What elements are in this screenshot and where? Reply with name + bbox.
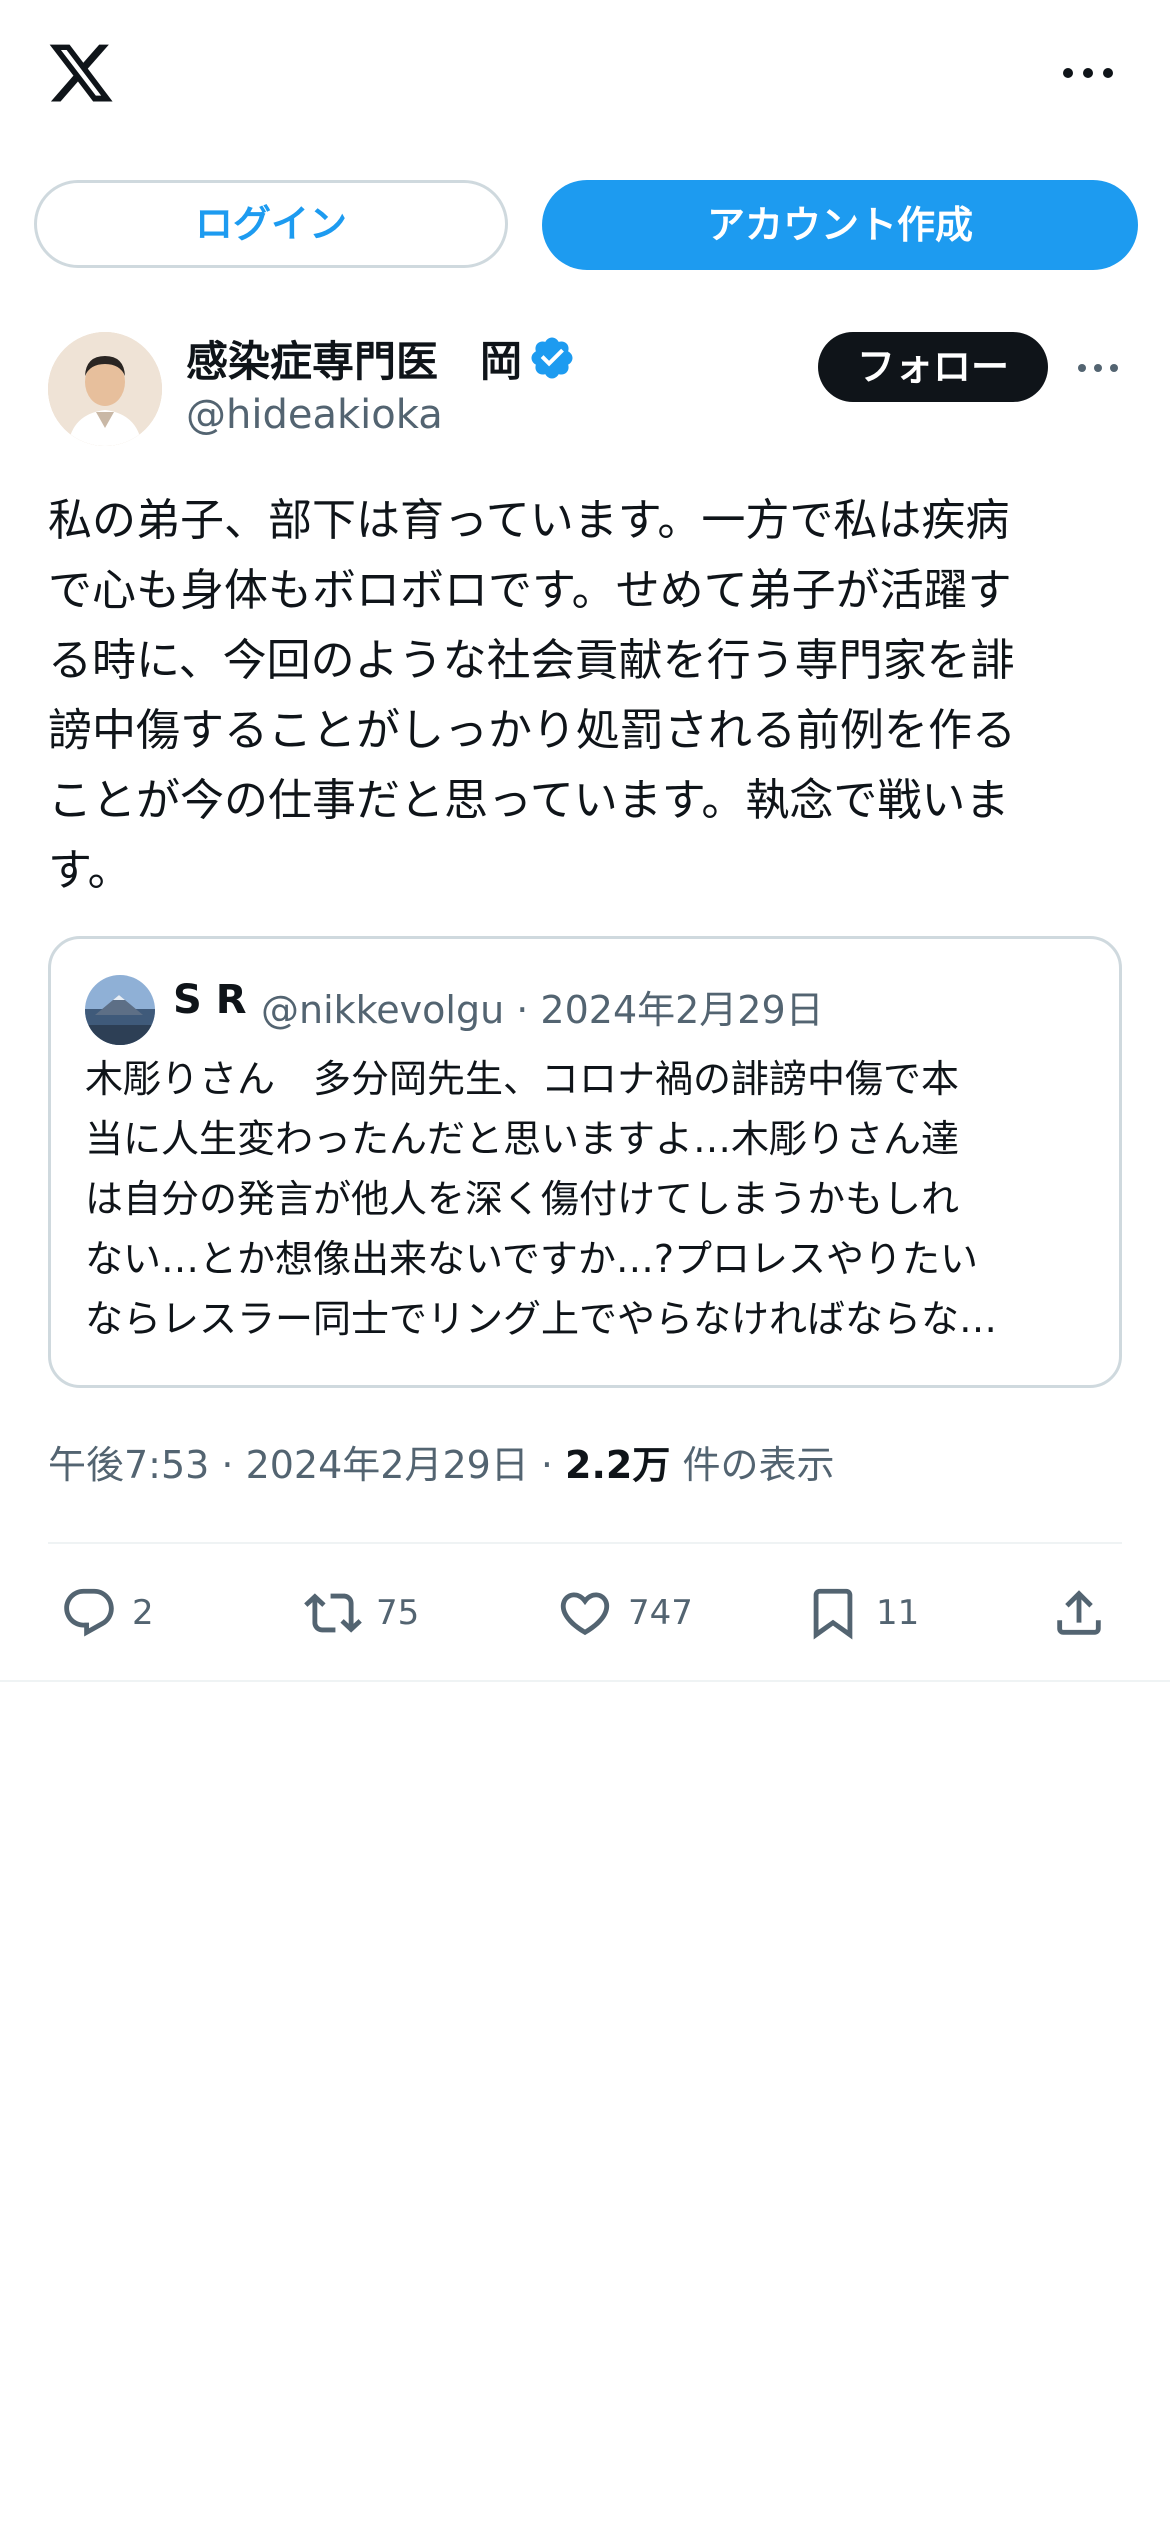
verified-badge-icon: [531, 337, 573, 379]
author-handle[interactable]: @hideakioka: [186, 392, 443, 438]
view-count: 2.2万: [565, 1443, 671, 1487]
tweet-page: ログイン アカウント作成 感染症専門医 岡 @hideakioka フォロー 私…: [0, 0, 1170, 2532]
quote-text: 木彫りさん 多分岡先生、コロナ禍の誹謗中傷で本 当に人生変わったんだと思いますよ…: [85, 1057, 998, 1341]
divider: [48, 1542, 1122, 1544]
x-logo-icon[interactable]: [46, 38, 116, 108]
share-icon: [1057, 1590, 1101, 1635]
like-count: 747: [628, 1593, 693, 1633]
login-button[interactable]: ログイン: [34, 180, 508, 268]
quote-author-name: S R: [173, 977, 247, 1023]
top-bar: [0, 0, 1170, 150]
like-button[interactable]: 747: [556, 1578, 693, 1648]
bookmark-button[interactable]: 11: [804, 1578, 919, 1648]
bookmark-count: 11: [876, 1593, 920, 1633]
retweet-icon: [304, 1593, 362, 1633]
tweet-more-icon[interactable]: [1076, 356, 1120, 380]
more-horizontal-icon[interactable]: [1060, 58, 1116, 88]
quote-author-avatar: [85, 975, 155, 1045]
heart-icon: [560, 1592, 610, 1636]
quote-tweet-card[interactable]: S R @nikkevolgu · 2024年2月29日 木彫りさん 多分岡先生…: [48, 936, 1122, 1388]
quote-author-meta: @nikkevolgu · 2024年2月29日: [261, 988, 824, 1032]
divider: [0, 1680, 1170, 1682]
tweet-meta: 午後7:53 · 2024年2月29日 · 2.2万 件の表示: [48, 1434, 834, 1489]
tweet-text: 私の弟子、部下は育っています。一方で私は疾病 で心も身体もボロボロです。せめて弟…: [48, 495, 1016, 896]
bookmark-icon: [813, 1588, 853, 1640]
retweet-count: 75: [376, 1593, 420, 1633]
views-label: 件の表示: [670, 1443, 835, 1487]
reply-button[interactable]: 2: [60, 1578, 154, 1648]
author-avatar[interactable]: [48, 332, 162, 446]
create-account-button[interactable]: アカウント作成: [542, 180, 1138, 270]
reply-count: 2: [132, 1593, 154, 1633]
avatar-image: [48, 332, 162, 446]
share-button[interactable]: [1050, 1578, 1108, 1648]
reply-icon: [64, 1588, 114, 1637]
quote-avatar-image: [85, 975, 155, 1045]
tweet-timestamp[interactable]: 午後7:53 · 2024年2月29日 ·: [48, 1443, 565, 1487]
author-display-name[interactable]: 感染症専門医 岡: [186, 328, 522, 389]
follow-button[interactable]: フォロー: [818, 332, 1048, 402]
retweet-button[interactable]: 75: [304, 1578, 419, 1648]
